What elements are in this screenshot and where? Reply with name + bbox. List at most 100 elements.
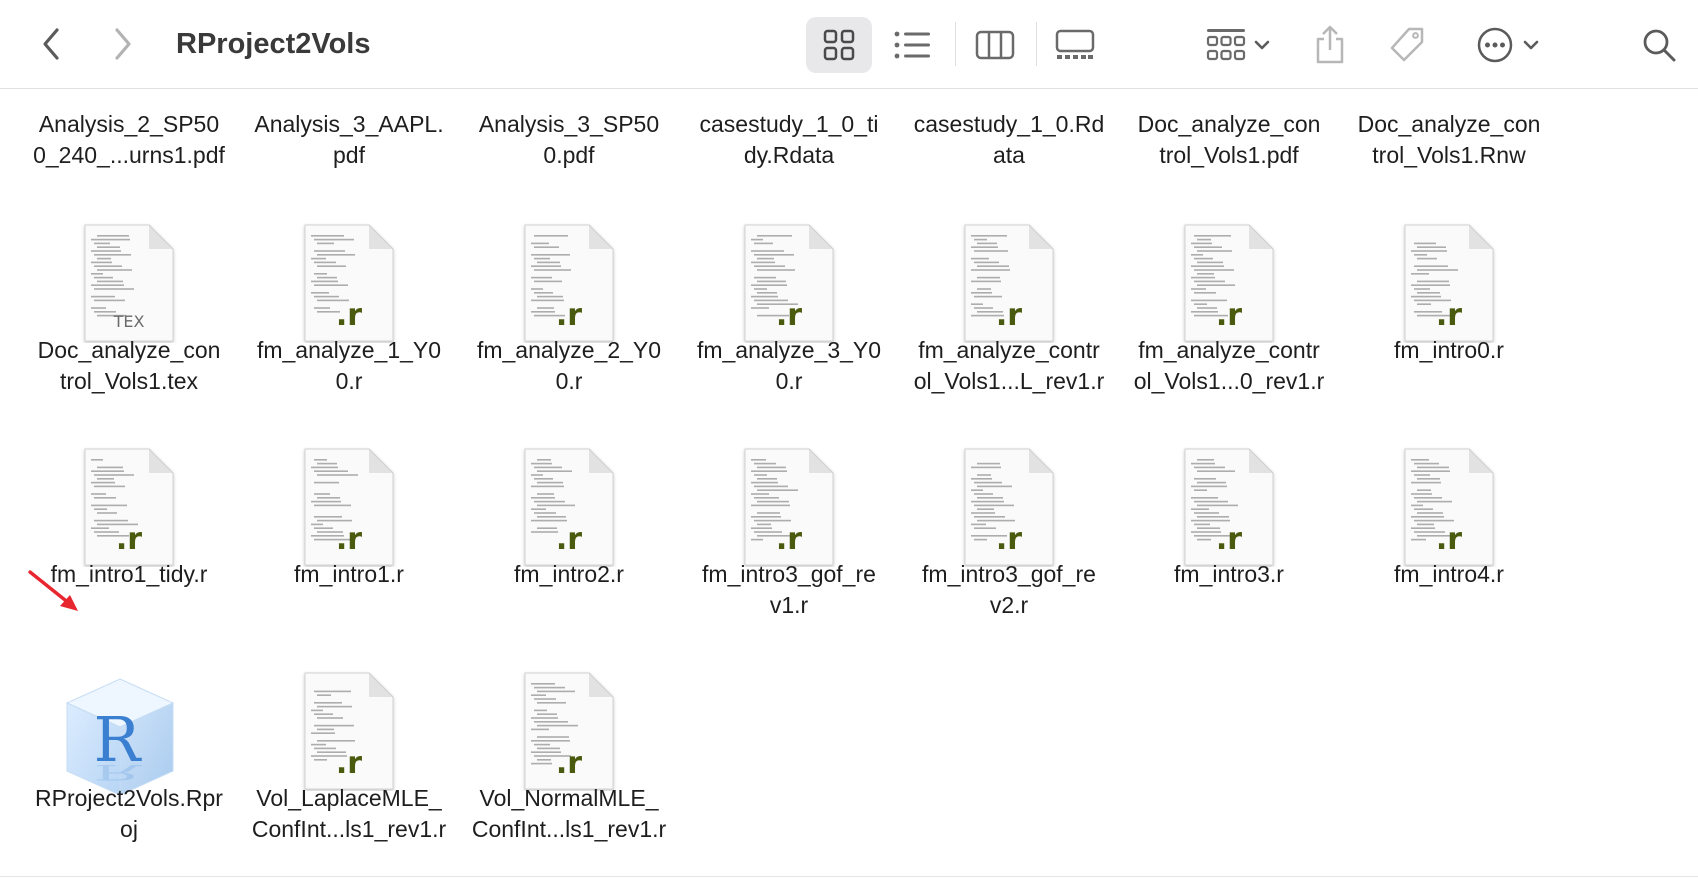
r-script-document-icon[interactable]: .r bbox=[1181, 447, 1277, 572]
file-name-label: Analysis_3_SP50 0.pdf bbox=[463, 109, 675, 171]
file-name-line: fm_intro2.r bbox=[514, 561, 624, 587]
file-name-line: Analysis_3_AAPL. bbox=[254, 111, 444, 137]
file-name-label: Doc_analyze_con trol_Vols1.tex bbox=[23, 335, 235, 397]
svg-text:.r: .r bbox=[776, 298, 802, 333]
file-name-line: trol_Vols1.Rnw bbox=[1372, 142, 1526, 168]
r-script-document-icon[interactable]: .r bbox=[1401, 223, 1497, 348]
file-name-line: 0.pdf bbox=[543, 142, 595, 168]
file-name-label: fm_analyze_contr ol_Vols1...L_rev1.r bbox=[903, 335, 1115, 397]
file-name-line: 0.r bbox=[775, 368, 803, 394]
r-script-document-icon[interactable]: .r bbox=[521, 671, 617, 796]
file-name-line: trol_Vols1.pdf bbox=[1159, 142, 1299, 168]
file-name-line: Vol_NormalMLE_ bbox=[479, 785, 659, 811]
file-name-line: fm_intro1.r bbox=[294, 561, 404, 587]
svg-text:R: R bbox=[94, 760, 143, 785]
column-view-button[interactable] bbox=[962, 17, 1028, 73]
file-name-line: Vol_LaplaceMLE_ bbox=[256, 785, 442, 811]
svg-text:.r: .r bbox=[1216, 298, 1242, 333]
file-name-line: ata bbox=[993, 142, 1025, 168]
tag-button[interactable] bbox=[1382, 17, 1432, 73]
file-name-line: Doc_analyze_con bbox=[37, 337, 221, 363]
svg-text:.r: .r bbox=[556, 522, 582, 557]
file-name-label: fm_intro3_gof_re v1.r bbox=[683, 559, 895, 621]
r-script-document-icon[interactable]: .r bbox=[301, 447, 397, 572]
r-script-document-icon[interactable]: .r bbox=[521, 223, 617, 348]
file-name-line: ol_Vols1...0_rev1.r bbox=[1133, 368, 1325, 394]
window-title: RProject2Vols bbox=[176, 28, 371, 60]
list-view-icon bbox=[894, 31, 930, 59]
file-name-label: fm_intro2.r bbox=[463, 559, 675, 590]
icon-view-button[interactable] bbox=[806, 17, 872, 73]
svg-text:.r: .r bbox=[1216, 522, 1242, 557]
r-script-document-icon[interactable]: .r bbox=[1401, 447, 1497, 572]
group-by-button[interactable] bbox=[1196, 17, 1280, 73]
r-script-document-icon[interactable]: .r bbox=[1181, 223, 1277, 348]
chevron-left-icon bbox=[43, 28, 59, 60]
bottom-divider bbox=[0, 876, 1698, 877]
file-name-label: Vol_NormalMLE_ ConfInt...ls1_rev1.r bbox=[463, 783, 675, 845]
file-name-label: fm_analyze_contr ol_Vols1...0_rev1.r bbox=[1123, 335, 1335, 397]
file-name-line: casestudy_1_0_ti bbox=[699, 111, 879, 137]
file-name-label: casestudy_1_0.Rdata bbox=[903, 109, 1115, 171]
file-name-label: fm_intro3.r bbox=[1123, 559, 1335, 590]
search-button[interactable] bbox=[1634, 20, 1684, 70]
file-name-label: casestudy_1_0_ti dy.Rdata bbox=[683, 109, 895, 171]
toolbar-separator bbox=[1036, 22, 1037, 66]
chevron-right-icon bbox=[115, 28, 131, 60]
r-script-document-icon[interactable]: .r bbox=[741, 447, 837, 572]
search-icon bbox=[1643, 29, 1676, 62]
svg-text:.r: .r bbox=[336, 298, 362, 333]
file-name-label: fm_analyze_1_Y0 0.r bbox=[243, 335, 455, 397]
file-name-line: fm_analyze_2_Y0 bbox=[476, 337, 662, 363]
file-name-line: trol_Vols1.tex bbox=[59, 368, 199, 394]
file-grid: Analysis_2_SP50 0_240_...urns1.pdf Analysi… bbox=[0, 89, 1698, 879]
r-script-document-icon[interactable]: .r bbox=[81, 447, 177, 572]
file-name-line: Doc_analyze_con bbox=[1357, 111, 1541, 137]
r-script-document-icon[interactable]: .r bbox=[961, 447, 1057, 572]
file-name-label: RProject2Vols.Rpr oj bbox=[23, 783, 235, 845]
gallery-view-button[interactable] bbox=[1040, 17, 1110, 73]
file-name-line: ConfInt...ls1_rev1.r bbox=[471, 816, 667, 842]
list-view-button[interactable] bbox=[880, 17, 946, 73]
svg-text:.r: .r bbox=[556, 746, 582, 781]
file-name-line: 0_240_...urns1.pdf bbox=[33, 142, 225, 168]
forward-button[interactable] bbox=[104, 22, 140, 66]
r-script-document-icon[interactable]: .r bbox=[301, 671, 397, 796]
chevron-down-icon bbox=[1254, 40, 1270, 50]
file-name-line: fm_intro0.r bbox=[1394, 337, 1504, 363]
more-actions-button[interactable] bbox=[1468, 17, 1548, 73]
r-script-document-icon[interactable]: .r bbox=[521, 447, 617, 572]
file-name-line: Doc_analyze_con bbox=[1137, 111, 1321, 137]
svg-text:.r: .r bbox=[1436, 298, 1462, 333]
file-name-line: fm_analyze_1_Y0 bbox=[256, 337, 442, 363]
svg-text:.r: .r bbox=[996, 522, 1022, 557]
column-view-icon bbox=[975, 30, 1015, 60]
file-name-label: fm_intro0.r bbox=[1343, 335, 1555, 366]
icon-view-grid-icon bbox=[823, 29, 855, 61]
file-name-label: Doc_analyze_con trol_Vols1.pdf bbox=[1123, 109, 1335, 171]
tag-icon bbox=[1390, 27, 1424, 62]
share-button[interactable] bbox=[1306, 17, 1354, 73]
group-by-icon bbox=[1206, 29, 1246, 61]
back-button[interactable] bbox=[34, 22, 70, 66]
file-name-line: 0.r bbox=[335, 368, 363, 394]
r-script-document-icon[interactable]: .r bbox=[961, 223, 1057, 348]
r-script-document-icon[interactable]: .r bbox=[741, 223, 837, 348]
file-name-label: fm_intro4.r bbox=[1343, 559, 1555, 590]
svg-text:TEX: TEX bbox=[113, 312, 145, 331]
file-name-label: Doc_analyze_con trol_Vols1.Rnw bbox=[1343, 109, 1555, 171]
svg-text:.r: .r bbox=[336, 522, 362, 557]
r-script-document-icon[interactable]: .r bbox=[301, 223, 397, 348]
chevron-down-icon bbox=[1523, 40, 1539, 50]
svg-text:.r: .r bbox=[776, 522, 802, 557]
file-name-line: pdf bbox=[333, 142, 365, 168]
share-icon bbox=[1316, 25, 1344, 64]
file-name-line: casestudy_1_0.Rd bbox=[913, 111, 1105, 137]
file-name-line: v2.r bbox=[989, 592, 1029, 618]
file-name-line: Analysis_3_SP50 bbox=[478, 111, 660, 137]
file-name-label: Analysis_2_SP50 0_240_...urns1.pdf bbox=[23, 109, 235, 171]
file-name-line: fm_intro3_gof_re bbox=[922, 561, 1096, 587]
file-name-line: oj bbox=[120, 816, 138, 842]
svg-text:.r: .r bbox=[116, 522, 142, 557]
tex-document-icon[interactable]: TEX bbox=[81, 223, 177, 348]
